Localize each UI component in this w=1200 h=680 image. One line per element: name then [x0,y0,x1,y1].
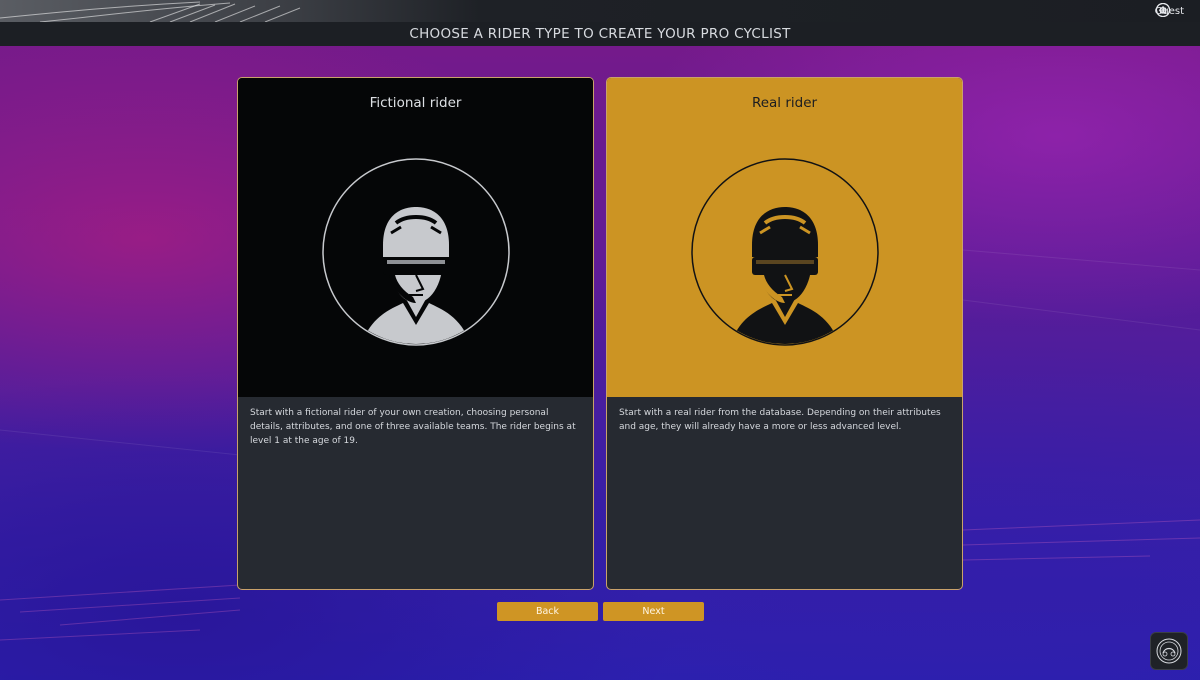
real-rider-card[interactable]: Real rider Start with a real rider from … [606,77,963,590]
top-strip: Guest [0,0,1200,22]
next-button[interactable]: Next [603,602,704,621]
fictional-rider-title: Fictional rider [369,95,462,111]
cyclist-portrait-icon [691,158,879,346]
logo-emblem-icon [1156,638,1182,664]
page-title: CHOOSE A RIDER TYPE TO CREATE YOUR PRO C… [409,26,791,42]
fictional-rider-description: Start with a fictional rider of your own… [250,408,576,446]
fictional-rider-card[interactable]: Fictional rider Start with a fictional r… [237,77,594,590]
background-streaks [0,249,1200,641]
back-button[interactable]: Back [497,602,598,621]
real-rider-card-header: Real rider [607,78,962,397]
title-bar: CHOOSE A RIDER TYPE TO CREATE YOUR PRO C… [0,22,1200,46]
game-logo [1150,632,1188,670]
user-area: Guest [1155,2,1190,20]
real-rider-title: Real rider [751,95,818,111]
real-rider-description: Start with a real rider from the databas… [619,408,941,432]
speed-lines-decoration [0,1,301,22]
cyclist-portrait-icon [322,158,510,346]
fictional-rider-card-header: Fictional rider [238,78,593,397]
power-icon[interactable] [1155,2,1171,18]
